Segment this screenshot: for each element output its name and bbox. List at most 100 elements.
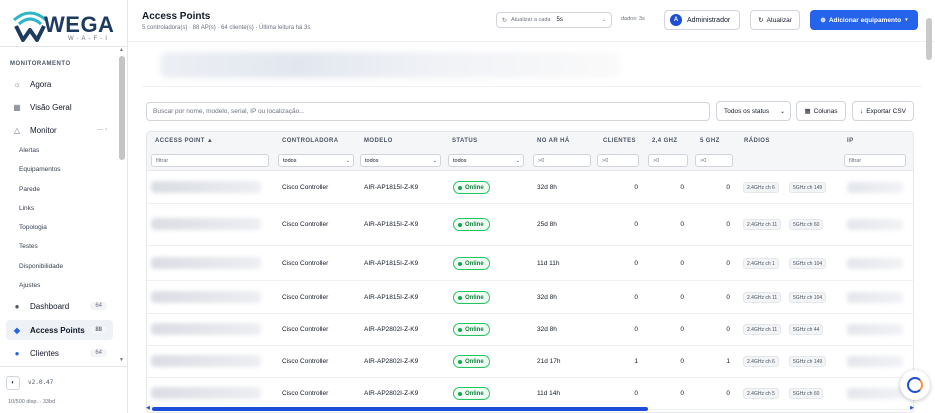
sidebar-sub-testes[interactable]: Testes [19, 243, 38, 250]
table-row[interactable]: Cisco Controller AIR-AP2802I-Z-K9 Online 21… [147, 346, 913, 378]
table-row[interactable]: Cisco Controller AIR-AP2802I-Z-K9 Online 32… [147, 314, 913, 346]
sidebar-sub-topologia[interactable]: Topologia [19, 224, 47, 231]
filter-model-value: todos [365, 157, 379, 164]
cell-controller: Cisco Controller [282, 260, 329, 267]
filter-controller[interactable]: todos ⌄ [278, 154, 354, 167]
dot-icon: ● [14, 348, 20, 358]
blurred-ap-name [151, 291, 261, 303]
radio-chip-5: 5GHz ch 104 [789, 258, 827, 269]
status-badge: Online [453, 291, 490, 304]
cell-controller: Cisco Controller [282, 326, 329, 333]
status-text: Online [465, 358, 484, 365]
sidebar-footer: ◐ v2.0.47 10/500 disp. · 33bd [0, 366, 127, 413]
cell-uptime: 21d 17h [537, 358, 561, 365]
cell-5ghz: 0 [726, 390, 730, 397]
status-dot-icon [458, 222, 462, 227]
diamond-icon: ◆ [13, 325, 21, 335]
col-header-ip[interactable]: IP [847, 138, 853, 144]
user-menu-button[interactable]: A Administrador [664, 10, 740, 30]
theme-toggle-button[interactable]: ◐ [6, 376, 20, 390]
brand-logo[interactable]: WEGA W-A-F-I [10, 8, 120, 42]
sidebar-item-monitor[interactable]: △ Monitor — › [6, 120, 113, 140]
chevron-down-icon: ⌄ [601, 17, 606, 23]
refresh-button[interactable]: ↻ Atualizar [750, 10, 800, 30]
filter-clients-value: >0 [602, 157, 609, 164]
table-row[interactable]: Cisco Controller AIR-AP1815I-Z-K9 Online 32… [147, 281, 913, 314]
refresh-label: Atualizar a cada [511, 17, 551, 23]
radio-chip-24: 2.4GHz ch 6 [743, 356, 779, 367]
version-label: v2.0.47 [28, 379, 54, 386]
sidebar-sub-equipamentos[interactable]: Equipamentos [19, 166, 61, 173]
blurred-ap-name [151, 218, 261, 230]
filter-clients[interactable]: >0 [597, 154, 639, 167]
table-row[interactable]: Cisco Controller AIR-AP1815I-Z-K9 Online 25… [147, 204, 913, 246]
sidebar-item-agora[interactable]: ☼ Agora [6, 74, 113, 94]
sidebar-item-clientes[interactable]: ● Clientes 64 [6, 343, 113, 363]
cell-clients: 1 [634, 358, 638, 365]
sidebar-sub-ajustes[interactable]: Ajustes [19, 282, 40, 289]
export-csv-button[interactable]: ↓ Exportar CSV [852, 101, 914, 121]
add-equipment-button[interactable]: ⊕ Adicionar equipamento ▾ [810, 10, 918, 30]
table-row[interactable]: Cisco Controller AIR-AP1815I-Z-K9 Online 11… [147, 246, 913, 281]
table-horizontal-scrollbar[interactable]: ◀ ▶ [146, 405, 914, 411]
avatar: A [670, 14, 682, 26]
sidebar-scrollbar[interactable] [119, 56, 125, 160]
filter-5ghz[interactable]: >0 [695, 154, 733, 167]
help-widget-button[interactable] [900, 370, 930, 400]
radio-chip-24: 2.4GHz ch 6 [743, 182, 779, 193]
main-scrollbar[interactable] [926, 18, 932, 60]
cell-clients: 0 [634, 294, 638, 301]
dot-icon: ● [14, 301, 20, 311]
cell-controller: Cisco Controller [282, 221, 329, 228]
search-input[interactable] [146, 102, 710, 121]
filter-uptime[interactable]: >0 [533, 154, 591, 167]
col-header-uptime[interactable]: NO AR HÁ [537, 138, 570, 144]
col-header-status[interactable]: STATUS [452, 138, 478, 144]
sidebar-sub-links[interactable]: Links [19, 205, 34, 212]
filter-status[interactable]: todos ⌄ [448, 154, 524, 167]
scroll-left-icon[interactable]: ◀ [146, 405, 150, 411]
cell-clients: 0 [634, 260, 638, 267]
radio-chip-24: 2.4GHz ch 11 [743, 324, 782, 335]
col-header-radios[interactable]: RÁDIOS [744, 138, 770, 144]
sidebar-sub-alertas[interactable]: Alertas [19, 147, 39, 154]
scroll-right-icon[interactable]: ▶ [910, 405, 914, 411]
filter-ap[interactable]: filtrar [151, 154, 269, 167]
sidebar-sub-parede[interactable]: Parede [19, 186, 40, 193]
status-filter-select[interactable]: Todos os status ⌄ [716, 101, 791, 121]
cell-controller: Cisco Controller [282, 390, 329, 397]
sidebar-sub-disponibilidade[interactable]: Disponibilidade [19, 263, 63, 270]
col-header-controller[interactable]: CONTROLADORA [282, 138, 338, 144]
radio-chip-5: 5GHz ch 149 [789, 182, 827, 193]
col-header-model[interactable]: MODELO [364, 138, 393, 144]
col-header-ap[interactable]: ACCESS POINT ▲ [155, 138, 213, 144]
refresh-interval-select[interactable]: ↻ Atualizar a cada 5s ⌄ [496, 12, 612, 28]
filter-24ghz[interactable]: >0 [648, 154, 688, 167]
scroll-thumb[interactable] [152, 407, 648, 411]
status-text: Online [465, 221, 484, 228]
cell-model: AIR-AP1815I-Z-K9 [364, 221, 419, 228]
status-text: Online [465, 184, 484, 191]
sidebar-item-access-points[interactable]: ◆ Access Points 88 [6, 320, 113, 340]
sidebar-item-visao-geral[interactable]: ▦ Visão Geral [6, 97, 113, 117]
table-row[interactable]: Cisco Controller AIR-AP1815I-Z-K9 Online 32… [147, 172, 913, 204]
sidebar-item-dashboard[interactable]: ● Dashboard 64 [6, 296, 113, 316]
filter-status-value: todos [453, 157, 467, 164]
scroll-down-icon[interactable]: ▼ [119, 357, 124, 363]
col-header-clients[interactable]: CLIENTES [603, 138, 636, 144]
col-header-5ghz[interactable]: 5 GHZ [700, 138, 720, 144]
blurred-ip [847, 356, 903, 367]
cell-24ghz: 0 [680, 260, 684, 267]
status-text: Online [465, 326, 484, 333]
filter-uptime-value: >0 [538, 157, 545, 164]
status-dot-icon [458, 295, 462, 300]
top-header: Access Points 5 controladora(s) · 88 AP(… [128, 0, 935, 42]
refresh-icon: ↻ [758, 17, 764, 24]
col-header-24ghz[interactable]: 2,4 GHZ [652, 138, 677, 144]
status-text: Online [465, 390, 484, 397]
columns-button[interactable]: ▦ Colunas [796, 101, 846, 121]
filter-model[interactable]: todos ⌄ [360, 154, 441, 167]
filter-ip[interactable]: filtrar [844, 154, 906, 167]
columns-label: Colunas [813, 107, 838, 115]
scroll-up-icon[interactable]: ▲ [119, 47, 124, 53]
